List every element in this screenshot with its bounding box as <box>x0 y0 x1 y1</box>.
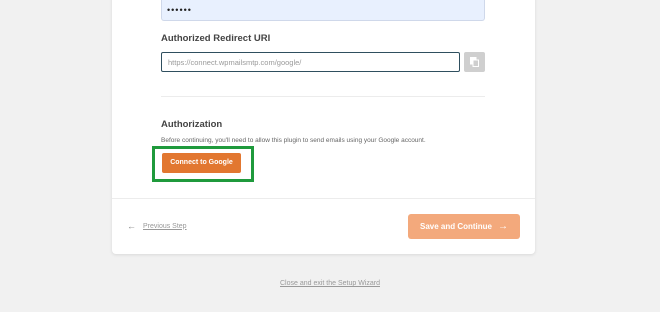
connect-to-google-button[interactable]: Connect to Google <box>162 153 241 173</box>
redirect-uri-input[interactable]: https://connect.wpmailsmtp.com/google/ <box>161 52 460 72</box>
save-and-continue-button[interactable]: Save and Continue → <box>408 214 520 239</box>
previous-step-link[interactable]: ← Previous Step <box>127 221 187 231</box>
copy-icon <box>470 57 479 67</box>
authorization-description: Before continuing, you'll need to allow … <box>161 137 426 144</box>
previous-step-label: Previous Step <box>143 222 187 230</box>
redirect-uri-label: Authorized Redirect URI <box>161 33 271 44</box>
footer-divider <box>112 198 535 199</box>
arrow-right-icon: → <box>498 221 508 232</box>
authorization-label: Authorization <box>161 119 223 130</box>
setup-card: •••••• Authorized Redirect URI https://c… <box>112 0 535 254</box>
save-label: Save and Continue <box>419 222 492 231</box>
arrow-left-icon: ← <box>127 221 136 231</box>
copy-button[interactable] <box>464 52 485 72</box>
section-divider <box>161 96 485 97</box>
close-exit-wizard-link[interactable]: Close and exit the Setup Wizard <box>0 280 660 287</box>
password-field[interactable]: •••••• <box>161 0 485 21</box>
